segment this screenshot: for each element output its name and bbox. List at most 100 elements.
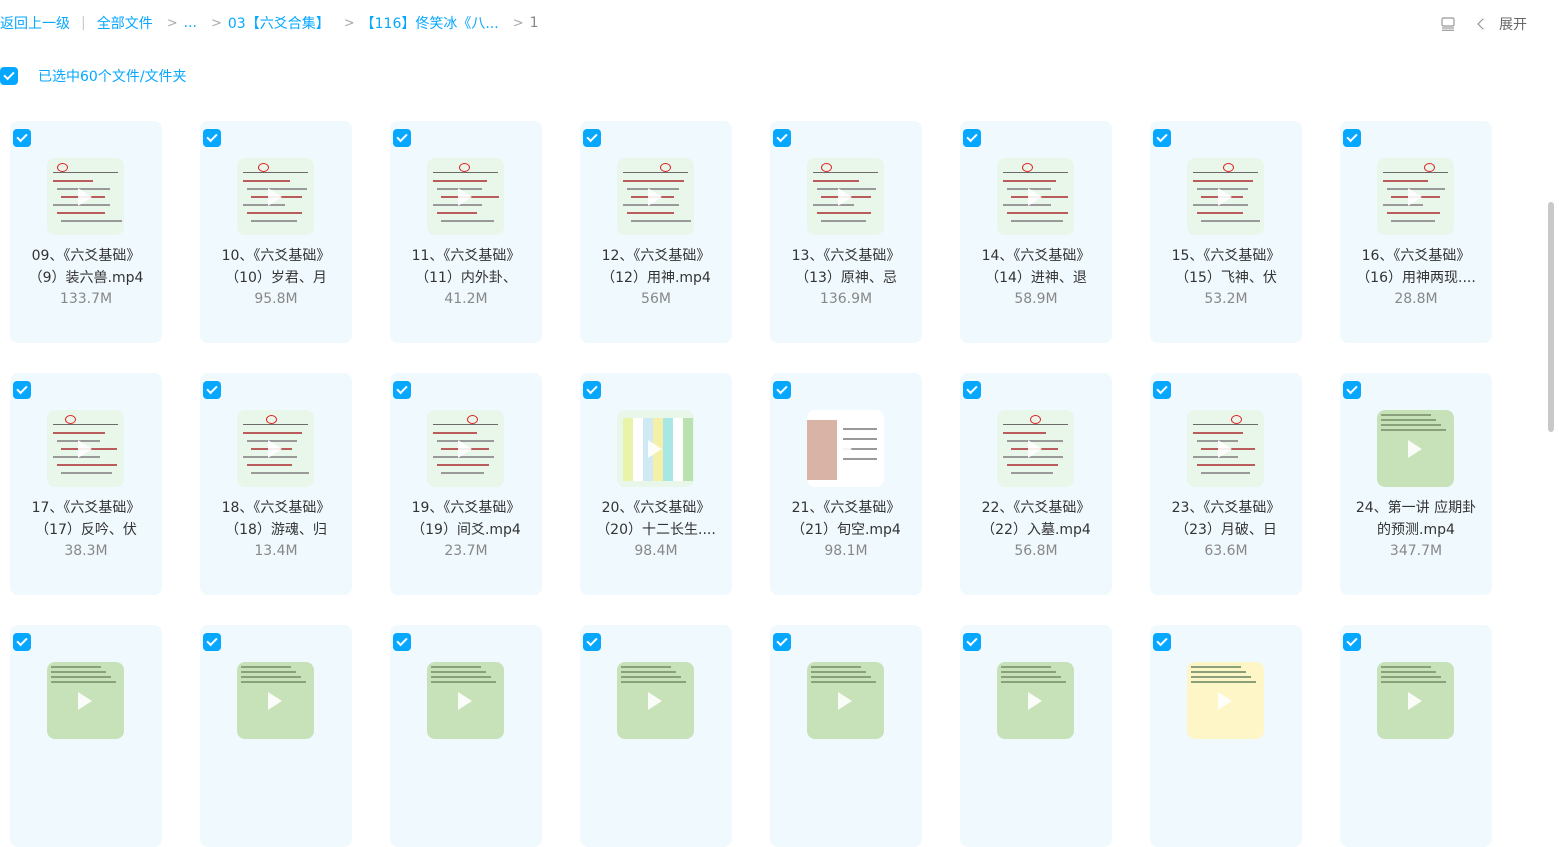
file-checkbox[interactable] [13,633,31,651]
video-thumbnail[interactable] [427,410,504,487]
file-name[interactable]: 11、《六爻基础》 （11）内外卦、 [390,245,542,289]
file-name[interactable]: 17、《六爻基础》 （17）反吟、伏 [10,497,162,541]
file-checkbox[interactable] [773,381,791,399]
file-card[interactable]: 13、《六爻基础》 （13）原神、忌 136.9M [770,121,922,343]
video-thumbnail[interactable] [47,662,124,739]
chevron-left-icon[interactable] [1477,18,1489,30]
video-thumbnail[interactable] [807,662,884,739]
file-checkbox[interactable] [203,381,221,399]
file-card[interactable] [10,625,162,847]
file-card[interactable]: 24、第一讲 应期卦 的预测.mp4 347.7M [1340,373,1492,595]
file-checkbox[interactable] [773,129,791,147]
crumb-all-files[interactable]: 全部文件 [97,13,153,33]
file-card[interactable]: 11、《六爻基础》 （11）内外卦、 41.2M [390,121,542,343]
select-all-checkbox[interactable] [0,67,18,85]
file-name[interactable]: 15、《六爻基础》 （15）飞神、伏 [1150,245,1302,289]
file-checkbox[interactable] [1343,633,1361,651]
video-thumbnail[interactable] [1377,410,1454,487]
file-checkbox[interactable] [1343,381,1361,399]
video-thumbnail[interactable] [237,410,314,487]
file-card[interactable]: 12、《六爻基础》 （12）用神.mp4 56M [580,121,732,343]
file-name[interactable]: 21、《六爻基础》 （21）旬空.mp4 [770,497,922,541]
file-card[interactable]: 22、《六爻基础》 （22）入墓.mp4 56.8M [960,373,1112,595]
video-thumbnail[interactable] [1377,158,1454,235]
video-thumbnail[interactable] [617,410,694,487]
file-card[interactable]: 16、《六爻基础》 （16）用神两现.... 28.8M [1340,121,1492,343]
file-checkbox[interactable] [773,633,791,651]
file-name[interactable]: 09、《六爻基础》 （9）装六兽.mp4 [10,245,162,289]
video-thumbnail[interactable] [1187,662,1264,739]
file-checkbox[interactable] [963,129,981,147]
file-checkbox[interactable] [1153,633,1171,651]
file-checkbox[interactable] [13,381,31,399]
file-name[interactable]: 16、《六爻基础》 （16）用神两现.... [1340,245,1492,289]
scrollbar[interactable] [1548,202,1554,432]
video-thumbnail[interactable] [807,158,884,235]
file-name[interactable]: 18、《六爻基础》 （18）游魂、归 [200,497,352,541]
crumb-folder-116[interactable]: 【116】佟笑冰《八... [361,13,499,33]
file-card[interactable]: 09、《六爻基础》 （9）装六兽.mp4 133.7M [10,121,162,343]
video-thumbnail[interactable] [1187,410,1264,487]
file-name[interactable]: 19、《六爻基础》 （19）间爻.mp4 [390,497,542,541]
file-card[interactable] [960,625,1112,847]
file-card[interactable] [200,625,352,847]
file-card[interactable]: 20、《六爻基础》 （20）十二长生.... 98.4M [580,373,732,595]
file-card[interactable] [1150,625,1302,847]
file-name[interactable]: 24、第一讲 应期卦 的预测.mp4 [1340,497,1492,541]
file-card[interactable]: 15、《六爻基础》 （15）飞神、伏 53.2M [1150,121,1302,343]
file-name-line: 15、《六爻基础》 [1171,248,1281,264]
file-name[interactable]: 10、《六爻基础》 （10）岁君、月 [200,245,352,289]
video-thumbnail[interactable] [427,662,504,739]
file-checkbox[interactable] [1343,129,1361,147]
file-card[interactable]: 19、《六爻基础》 （19）间爻.mp4 23.7M [390,373,542,595]
crumb-ellipsis[interactable]: ... [184,15,197,31]
file-checkbox[interactable] [393,381,411,399]
file-card[interactable] [580,625,732,847]
video-thumbnail[interactable] [617,158,694,235]
file-checkbox[interactable] [1153,381,1171,399]
video-thumbnail[interactable] [617,662,694,739]
video-thumbnail[interactable] [997,662,1074,739]
file-checkbox[interactable] [1153,129,1171,147]
video-thumbnail[interactable] [47,158,124,235]
file-name[interactable]: 12、《六爻基础》 （12）用神.mp4 [580,245,732,289]
file-checkbox[interactable] [13,129,31,147]
expand-button[interactable]: 展开 [1499,14,1527,34]
file-checkbox[interactable] [963,381,981,399]
file-checkbox[interactable] [393,129,411,147]
file-name[interactable]: 14、《六爻基础》 （14）进神、退 [960,245,1112,289]
file-checkbox[interactable] [393,633,411,651]
file-checkbox[interactable] [203,633,221,651]
video-thumbnail[interactable] [237,158,314,235]
file-card[interactable] [1340,625,1492,847]
file-name[interactable]: 13、《六爻基础》 （13）原神、忌 [770,245,922,289]
list-view-icon[interactable] [1441,17,1455,31]
file-card[interactable] [390,625,542,847]
file-card[interactable]: 18、《六爻基础》 （18）游魂、归 13.4M [200,373,352,595]
file-checkbox[interactable] [583,381,601,399]
back-link[interactable]: 返回上一级 [0,13,70,33]
video-thumbnail[interactable] [47,410,124,487]
video-thumbnail[interactable] [427,158,504,235]
video-thumbnail[interactable] [997,158,1074,235]
file-card[interactable]: 21、《六爻基础》 （21）旬空.mp4 98.1M [770,373,922,595]
crumb-folder-03[interactable]: 03【六爻合集】 [228,13,330,33]
video-thumbnail[interactable] [237,662,314,739]
video-thumbnail[interactable] [807,410,884,487]
file-card[interactable]: 10、《六爻基础》 （10）岁君、月 95.8M [200,121,352,343]
file-checkbox[interactable] [963,633,981,651]
file-checkbox[interactable] [583,129,601,147]
file-card[interactable]: 17、《六爻基础》 （17）反吟、伏 38.3M [10,373,162,595]
file-card[interactable]: 14、《六爻基础》 （14）进神、退 58.9M [960,121,1112,343]
file-card[interactable]: 23、《六爻基础》 （23）月破、日 63.6M [1150,373,1302,595]
video-thumbnail[interactable] [1377,662,1454,739]
file-checkbox[interactable] [583,633,601,651]
file-name[interactable]: 22、《六爻基础》 （22）入墓.mp4 [960,497,1112,541]
file-name[interactable]: 20、《六爻基础》 （20）十二长生.... [580,497,732,541]
file-checkbox[interactable] [203,129,221,147]
video-thumbnail[interactable] [997,410,1074,487]
play-icon [838,692,852,710]
file-card[interactable] [770,625,922,847]
video-thumbnail[interactable] [1187,158,1264,235]
file-name[interactable]: 23、《六爻基础》 （23）月破、日 [1150,497,1302,541]
